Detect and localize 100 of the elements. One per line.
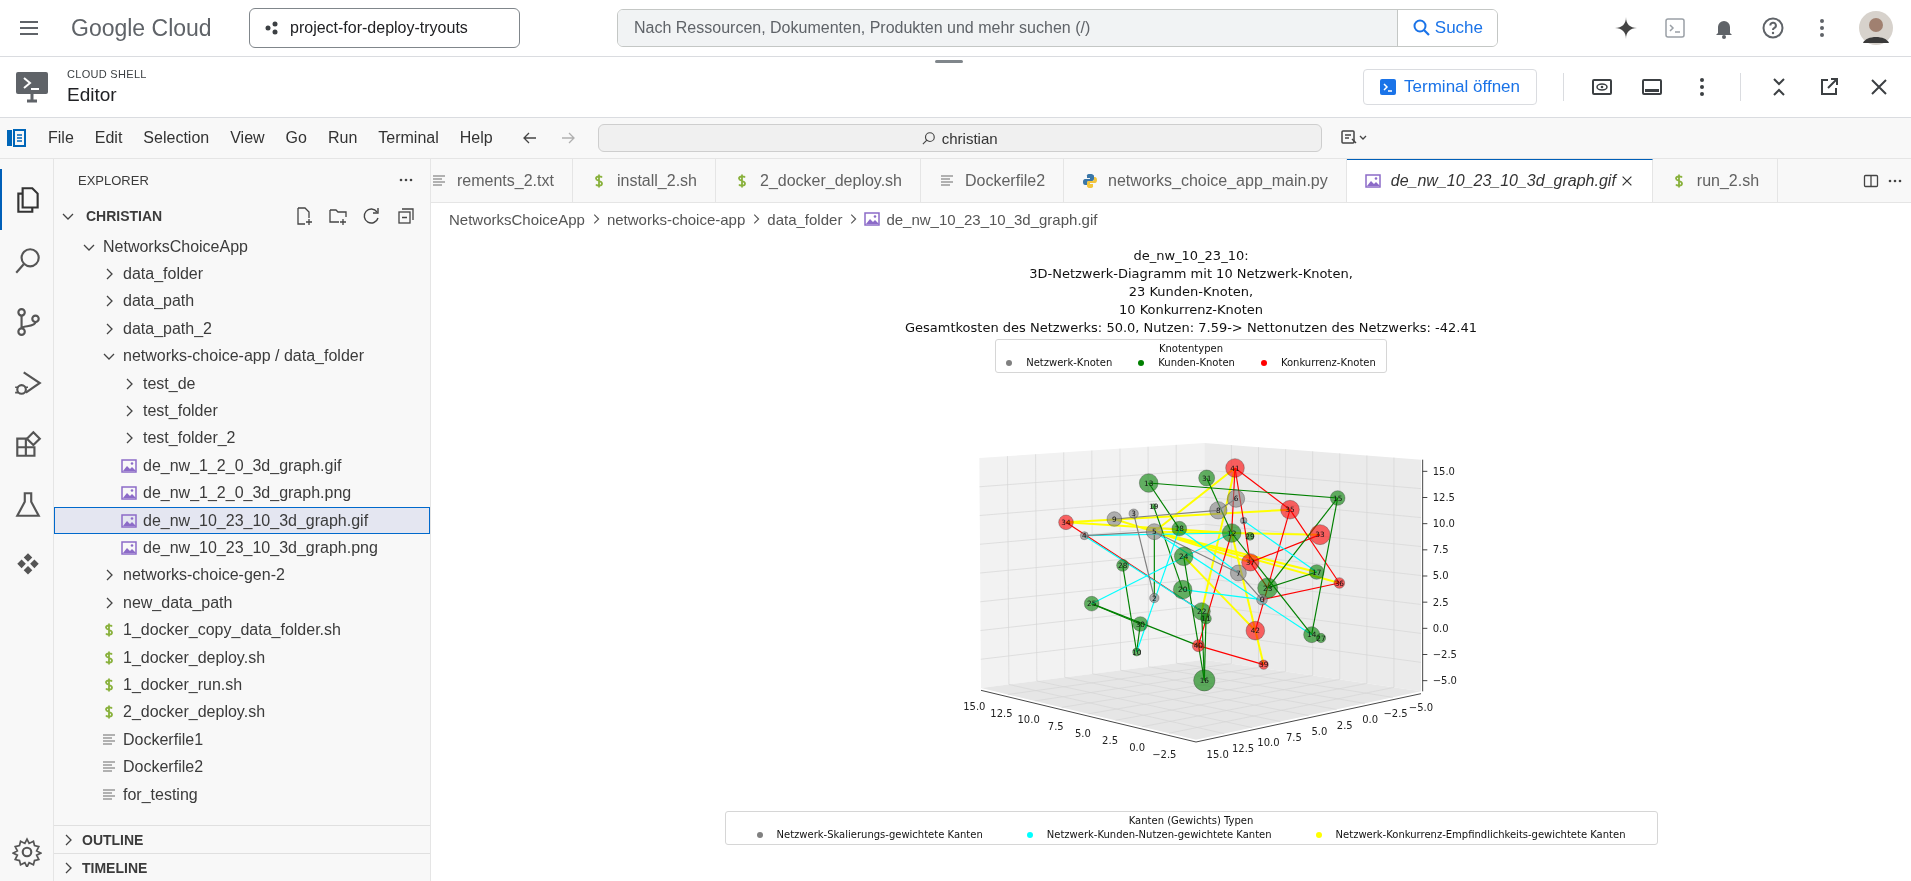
tree-item[interactable]: test_folder <box>54 397 430 425</box>
help-icon[interactable] <box>1761 16 1785 40</box>
tab-label: run_2.sh <box>1696 171 1760 190</box>
tick-label: −2.5 <box>1383 708 1408 720</box>
tab-label: rements_2.txt <box>457 171 554 190</box>
tree-item[interactable]: for_testing <box>54 780 430 809</box>
tick-label: 2.5 <box>1102 735 1118 747</box>
image-file-icon <box>864 211 881 227</box>
legend-title: Knotentypen <box>1158 343 1224 354</box>
back-arrow-icon[interactable] <box>521 130 538 146</box>
legend-label: Konkurrenz-Knoten <box>1280 357 1376 368</box>
tree-item[interactable]: de_nw_10_23_10_3d_graph.png <box>54 534 430 562</box>
open-terminal-button[interactable]: Terminal öffnen <box>1363 69 1537 105</box>
monitor-icon <box>15 70 49 104</box>
tree-item[interactable]: data_path_2 <box>54 315 430 343</box>
tick-label: −5.0 <box>1408 702 1434 714</box>
project-picker[interactable]: project-for-deploy-tryouts <box>249 8 520 48</box>
new-file-icon[interactable] <box>294 206 314 226</box>
tick-label: 5.0 <box>1074 728 1091 740</box>
editor-logo-icon[interactable] <box>6 128 26 148</box>
tick-label: 5.0 <box>1432 570 1449 582</box>
editor-tab[interactable]: install_2.sh <box>572 159 716 202</box>
tree-item[interactable]: 1_docker_deploy.sh <box>54 643 430 672</box>
tab-label: de_nw_10_23_10_3d_graph.gif <box>1390 172 1616 190</box>
tick-label: 7.5 <box>1047 721 1064 733</box>
explorer-title: EXPLORER <box>78 172 149 188</box>
editor-tab[interactable]: run_2.sh <box>1652 159 1779 202</box>
refresh-icon[interactable] <box>362 206 382 226</box>
tick-label: 12.5 <box>1231 743 1255 755</box>
tick-label: 2.5 <box>1336 719 1353 731</box>
tree-item[interactable]: networks-choice-gen-2 <box>54 561 430 590</box>
tree-item[interactable]: test_folder_2 <box>54 424 430 453</box>
panel-eyebrow: CLOUD SHELL <box>67 68 147 80</box>
breadcrumb-item[interactable]: networks-choice-app <box>606 210 746 228</box>
image-file-icon <box>121 512 137 529</box>
settings-icon[interactable] <box>11 837 42 867</box>
tree-item[interactable]: 1_docker_run.sh <box>54 671 430 699</box>
legend-label: Kunden-Knoten <box>1158 357 1235 368</box>
workspace-header[interactable]: CHRISTIAN <box>54 201 430 231</box>
terminal-icon <box>1380 79 1397 95</box>
image-file-icon <box>121 485 137 502</box>
editor-tab[interactable]: 2_docker_deploy.sh <box>716 159 921 202</box>
menu-item[interactable]: File <box>48 129 74 147</box>
editor-tab[interactable]: Dockerfile2 <box>921 159 1065 202</box>
text-file-icon <box>431 172 447 189</box>
tick-label: 12.5 <box>990 707 1013 719</box>
menu-item[interactable]: Run <box>327 129 358 147</box>
panel-title: Editor <box>67 84 118 106</box>
split-editor-icon[interactable] <box>1863 173 1879 189</box>
breadcrumb-item[interactable]: data_folder <box>767 210 843 228</box>
text-file-icon <box>101 731 117 748</box>
search-icon <box>921 131 936 145</box>
tree-item[interactable]: 2_docker_deploy.sh <box>54 698 430 727</box>
tree-item[interactable]: Dockerfile2 <box>54 753 430 781</box>
chart-title-line: 3D-Netzwerk-Diagramm mit 10 Netzwerk-Knoten, <box>1029 265 1353 283</box>
drag-handle[interactable] <box>935 60 963 63</box>
tree-item[interactable]: new_data_path <box>54 589 430 617</box>
tick-label: 10.0 <box>1432 518 1455 529</box>
collapse-all-icon[interactable] <box>396 206 416 226</box>
tab-label: networks_choice_app_main.py <box>1108 171 1328 190</box>
tick-label: 0.0 <box>1432 622 1449 634</box>
tick-label: 15.0 <box>1206 749 1229 760</box>
text-file-icon <box>939 172 955 189</box>
legend-title: Kanten (Gewichts) Typen <box>1128 815 1254 826</box>
image-file-icon <box>121 457 137 474</box>
menu-item[interactable]: Edit <box>94 129 123 147</box>
breadcrumb-item[interactable]: de_nw_10_23_10_3d_graph.gif <box>886 210 1098 228</box>
tree-item[interactable]: 1_docker_copy_data_folder.sh <box>54 616 430 644</box>
tree-item[interactable]: data_folder <box>54 260 430 288</box>
menu-item[interactable]: View <box>230 129 265 147</box>
editor-tab[interactable]: rements_2.txt <box>431 159 573 202</box>
chart-title-line: 10 Konkurrenz-Knoten <box>1118 301 1264 319</box>
tick-label: 10.0 <box>1017 714 1040 726</box>
tick-label: 7.5 <box>1432 544 1449 556</box>
tick-label: 2.5 <box>1432 596 1449 608</box>
tab-label: install_2.sh <box>616 171 697 190</box>
section-header[interactable]: OUTLINE <box>54 825 430 853</box>
editor-tab[interactable]: networks_choice_app_main.py <box>1064 159 1347 202</box>
tick-label: 0.0 <box>1362 714 1379 725</box>
menu-item[interactable]: Go <box>285 129 307 147</box>
tick-label: 15.0 <box>1432 465 1455 477</box>
tree-item[interactable]: NetworksChoiceApp <box>54 233 430 261</box>
command-center[interactable]: christian <box>597 124 1322 152</box>
menu-item[interactable]: Terminal <box>378 129 439 147</box>
section-header[interactable]: TIMELINE <box>54 853 430 881</box>
breadcrumb-item[interactable]: NetworksChoiceApp <box>449 210 585 228</box>
tree-item[interactable]: de_nw_1_2_0_3d_graph.gif <box>54 452 430 480</box>
tree-item[interactable]: Dockerfile1 <box>54 726 430 754</box>
tree-item[interactable]: test_de <box>54 369 430 398</box>
tree-item[interactable]: de_nw_10_23_10_3d_graph.gif <box>54 506 430 535</box>
python-icon <box>1082 172 1099 189</box>
tree-item[interactable]: data_path <box>54 287 430 316</box>
editor-tab[interactable]: de_nw_10_23_10_3d_graph.gif <box>1346 159 1653 202</box>
avatar[interactable] <box>1859 11 1893 45</box>
google-cloud-logo[interactable]: Google Cloud <box>71 14 221 42</box>
tree-item[interactable]: networks-choice-app / data_folder <box>54 342 430 370</box>
new-folder-icon[interactable] <box>328 206 348 226</box>
menu-item[interactable]: Help <box>459 129 493 147</box>
tree-item[interactable]: de_nw_1_2_0_3d_graph.png <box>54 479 430 507</box>
menu-item[interactable]: Selection <box>143 129 210 147</box>
